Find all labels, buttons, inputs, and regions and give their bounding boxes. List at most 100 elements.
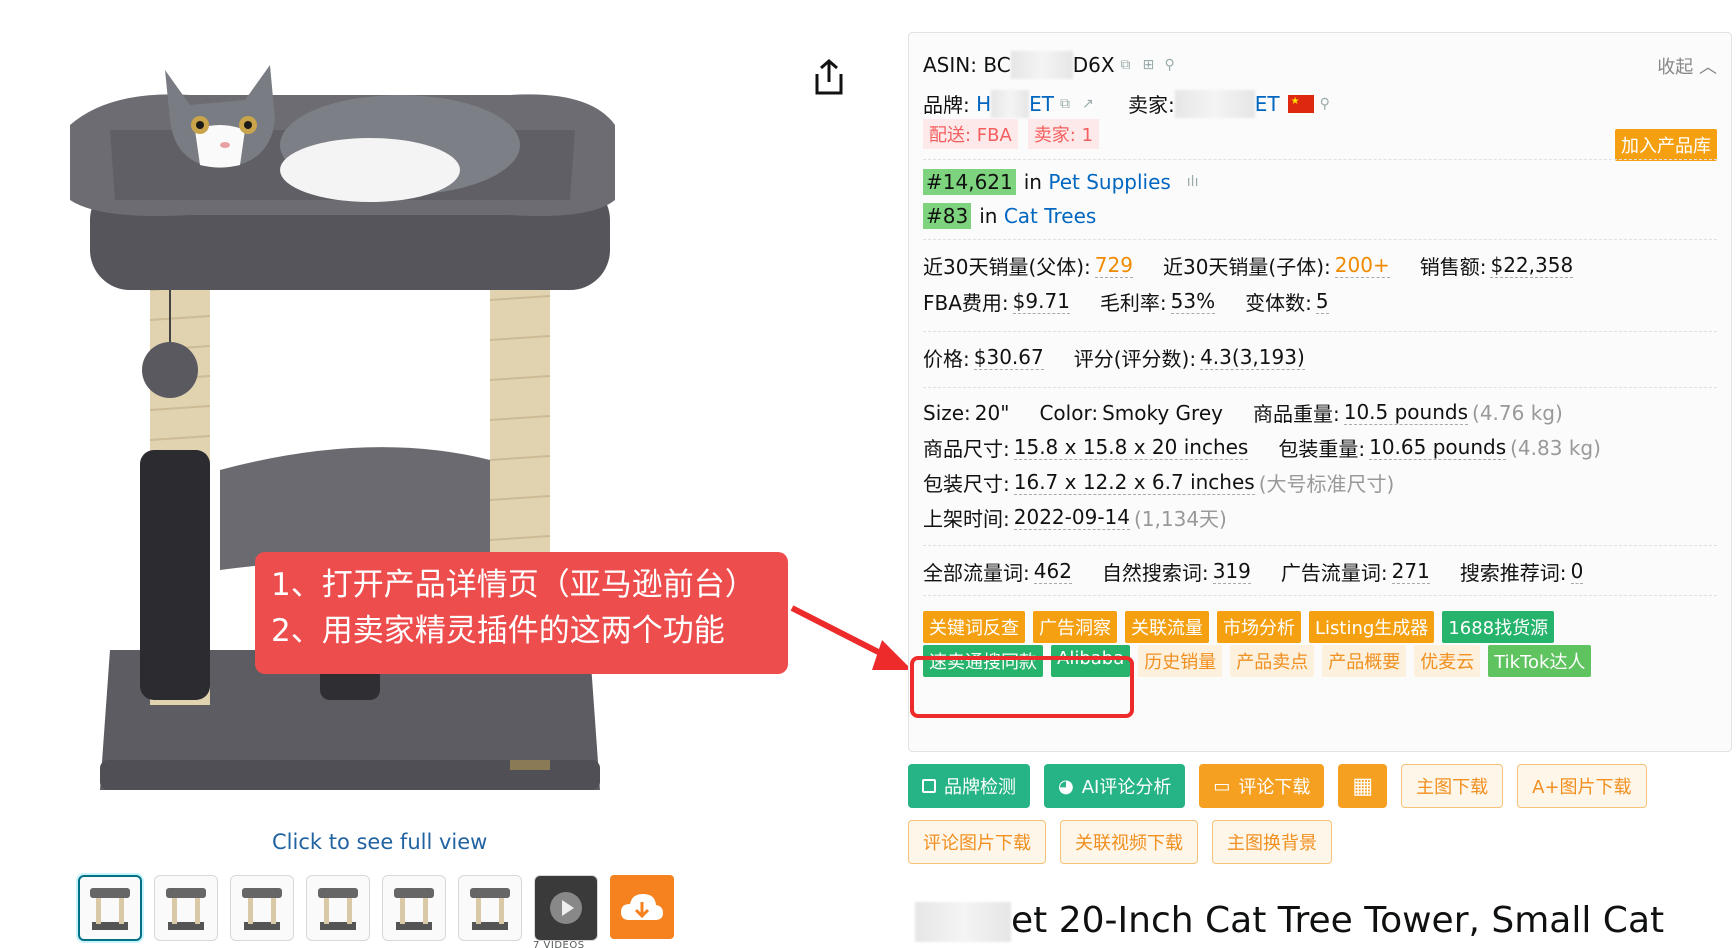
asin-suffix: D6X bbox=[1072, 53, 1115, 77]
seller-suffix[interactable]: ET bbox=[1255, 92, 1280, 116]
square-icon bbox=[922, 779, 936, 793]
tiktok-influencer-button[interactable]: TikTok达人 bbox=[1488, 645, 1592, 677]
listed-label: 上架时间: bbox=[923, 507, 1010, 531]
rank-category-2[interactable]: Cat Trees bbox=[1004, 204, 1097, 228]
thumbnail-4[interactable] bbox=[306, 875, 370, 941]
color-label: Color: bbox=[1039, 400, 1099, 425]
divider bbox=[923, 545, 1717, 546]
main-image-download-button[interactable]: 主图下载 bbox=[1401, 764, 1504, 808]
youmaiyun-button[interactable]: 优麦云 bbox=[1414, 645, 1481, 677]
pkg-dims-value: 16.7 x 12.2 x 6.7 inches bbox=[1013, 470, 1255, 495]
rank-row-2: #83 in Cat Trees bbox=[923, 203, 1096, 229]
selling-points-button[interactable]: 产品卖点 bbox=[1230, 645, 1315, 677]
find-supply-1688-button[interactable]: 1688找货源 bbox=[1442, 611, 1555, 643]
ad-insight-button[interactable]: 广告洞察 bbox=[1033, 611, 1117, 643]
view-full-image-link[interactable]: Click to see full view bbox=[272, 830, 487, 854]
asin-label: ASIN: bbox=[923, 53, 977, 77]
listed-days: (1,134天) bbox=[1133, 507, 1227, 531]
sales-parent-label: 近30天销量(父体): bbox=[923, 255, 1091, 279]
add-to-library-button[interactable]: 加入产品库 bbox=[1615, 129, 1717, 161]
cloud-download-icon bbox=[621, 894, 663, 920]
product-main-image[interactable] bbox=[70, 50, 630, 840]
keyword-reverse-button[interactable]: 关键词反查 bbox=[923, 611, 1025, 643]
seller-label: 卖家: bbox=[1128, 93, 1175, 117]
pkg-weight-kg: (4.83 kg) bbox=[1510, 435, 1601, 460]
price-row: 价格: $30.67 评分(评分数): 4.3(3,193) bbox=[923, 343, 1305, 372]
play-icon bbox=[550, 892, 582, 924]
action-buttons-row-1: 品牌检测 ◕ AI评论分析 ▭ 评论下载 ▦ 主图下载 A+图片下载 bbox=[908, 764, 1647, 808]
kw-all-label: 全部流量词: bbox=[923, 561, 1030, 585]
chevron-up-icon: ︿ bbox=[1699, 57, 1717, 78]
delivery-tag: 配送: FBA bbox=[923, 119, 1018, 149]
kw-rec-label: 搜索推荐词: bbox=[1459, 561, 1567, 585]
rank-row-1: #14,621 in Pet Supplies ılı bbox=[923, 169, 1203, 195]
pkg-weight-label: 包装重量: bbox=[1278, 437, 1366, 461]
thumbnail-3[interactable] bbox=[230, 875, 294, 941]
dims-value: 15.8 x 15.8 x 20 inches bbox=[1013, 435, 1249, 460]
location-pin-icon[interactable]: ⚲ bbox=[1165, 57, 1181, 73]
review-download-button[interactable]: ▭ 评论下载 bbox=[1199, 764, 1325, 808]
kw-rec-value: 0 bbox=[1570, 559, 1584, 584]
thumbnail-2[interactable] bbox=[154, 875, 218, 941]
pkg-weight-value: 10.65 pounds bbox=[1369, 435, 1507, 460]
history-sales-button[interactable]: 历史销量 bbox=[1138, 645, 1223, 677]
china-flag-icon: ★ bbox=[1287, 94, 1314, 113]
size-value: 20" bbox=[974, 400, 1010, 425]
bar-chart-icon[interactable]: ılı bbox=[1187, 174, 1203, 190]
fees-row: FBA费用: $9.71 毛利率: 53% 变体数: 5 bbox=[923, 287, 1329, 316]
divider bbox=[923, 595, 1717, 596]
brand-suffix[interactable]: ET bbox=[1029, 92, 1054, 116]
collapse-toggle[interactable]: 收起 ︿ bbox=[1657, 53, 1717, 79]
cloud-download-button[interactable] bbox=[610, 875, 674, 939]
variants-value: 5 bbox=[1315, 289, 1329, 314]
calculator-button[interactable]: ▦ bbox=[1338, 764, 1388, 808]
brand-check-button[interactable]: 品牌检测 bbox=[908, 764, 1030, 808]
thumbnail-strip bbox=[78, 875, 674, 941]
rank-category-1[interactable]: Pet Supplies bbox=[1048, 170, 1170, 194]
copy-icon[interactable]: ⧉ bbox=[1060, 96, 1076, 112]
add-icon[interactable]: ⊞ bbox=[1143, 57, 1159, 73]
divider bbox=[923, 159, 1717, 160]
package-dims-row: 包装尺寸: 16.7 x 12.2 x 6.7 inches (大号标准尺寸) bbox=[923, 468, 1394, 497]
dims-label: 商品尺寸: bbox=[923, 437, 1010, 461]
price-value: $30.67 bbox=[973, 345, 1044, 370]
main-image-background-button[interactable]: 主图换背景 bbox=[1212, 820, 1332, 864]
brand-label: 品牌: bbox=[923, 93, 970, 117]
listing-generator-button[interactable]: Listing生成器 bbox=[1309, 611, 1435, 643]
callout-line-1: 1、打开产品详情页（亚马逊前台） bbox=[271, 567, 756, 603]
calculator-icon: ▦ bbox=[1352, 773, 1374, 799]
video-count-label: 7 VIDEOS bbox=[533, 940, 585, 948]
pie-icon: ◕ bbox=[1058, 775, 1074, 797]
weight-label: 商品重量: bbox=[1252, 402, 1340, 426]
kw-ads-label: 广告流量词: bbox=[1280, 561, 1388, 585]
ai-review-analysis-button[interactable]: ◕ AI评论分析 bbox=[1044, 764, 1186, 808]
revenue-value: $22,358 bbox=[1490, 253, 1574, 278]
thumbnail-1[interactable] bbox=[78, 875, 142, 941]
kw-ads-value: 271 bbox=[1391, 559, 1430, 584]
rank-badge-2: #83 bbox=[923, 203, 972, 229]
brand-prefix[interactable]: H bbox=[976, 92, 991, 116]
thumbnail-6[interactable] bbox=[458, 875, 522, 941]
product-title-text: et 20-Inch Cat Tree Tower, Small Cat bbox=[1011, 900, 1665, 941]
fba-value: $9.71 bbox=[1012, 289, 1070, 314]
a-plus-image-download-button[interactable]: A+图片下载 bbox=[1517, 764, 1647, 808]
copy-icon[interactable]: ⧉ bbox=[1121, 57, 1137, 73]
divider bbox=[923, 239, 1717, 240]
market-analysis-button[interactable]: 市场分析 bbox=[1217, 611, 1301, 643]
video-thumbnail[interactable] bbox=[534, 875, 598, 941]
related-traffic-button[interactable]: 关联流量 bbox=[1125, 611, 1209, 643]
product-summary-button[interactable]: 产品概要 bbox=[1322, 645, 1407, 677]
annotation-callout: 1、打开产品详情页（亚马逊前台） 2、用卖家精灵插件的这两个功能 bbox=[255, 552, 788, 674]
location-pin-icon[interactable]: ⚲ bbox=[1320, 96, 1336, 112]
asin-prefix: BC bbox=[983, 53, 1011, 77]
related-video-download-button[interactable]: 关联视频下载 bbox=[1060, 820, 1198, 864]
external-link-icon[interactable]: ↗ bbox=[1082, 96, 1098, 112]
share-icon[interactable] bbox=[812, 58, 846, 96]
kw-all-value: 462 bbox=[1033, 559, 1072, 584]
kw-organic-value: 319 bbox=[1212, 559, 1251, 584]
thumbnail-5[interactable] bbox=[382, 875, 446, 941]
size-row: Size: 20" Color: Smoky Grey 商品重量: 10.5 poun… bbox=[923, 398, 1563, 427]
sales-row: 近30天销量(父体): 729 近30天销量(子体): 200+ 销售额: $22,3… bbox=[923, 251, 1574, 280]
sales-parent-value: 729 bbox=[1094, 253, 1133, 278]
review-image-download-button[interactable]: 评论图片下载 bbox=[908, 820, 1046, 864]
